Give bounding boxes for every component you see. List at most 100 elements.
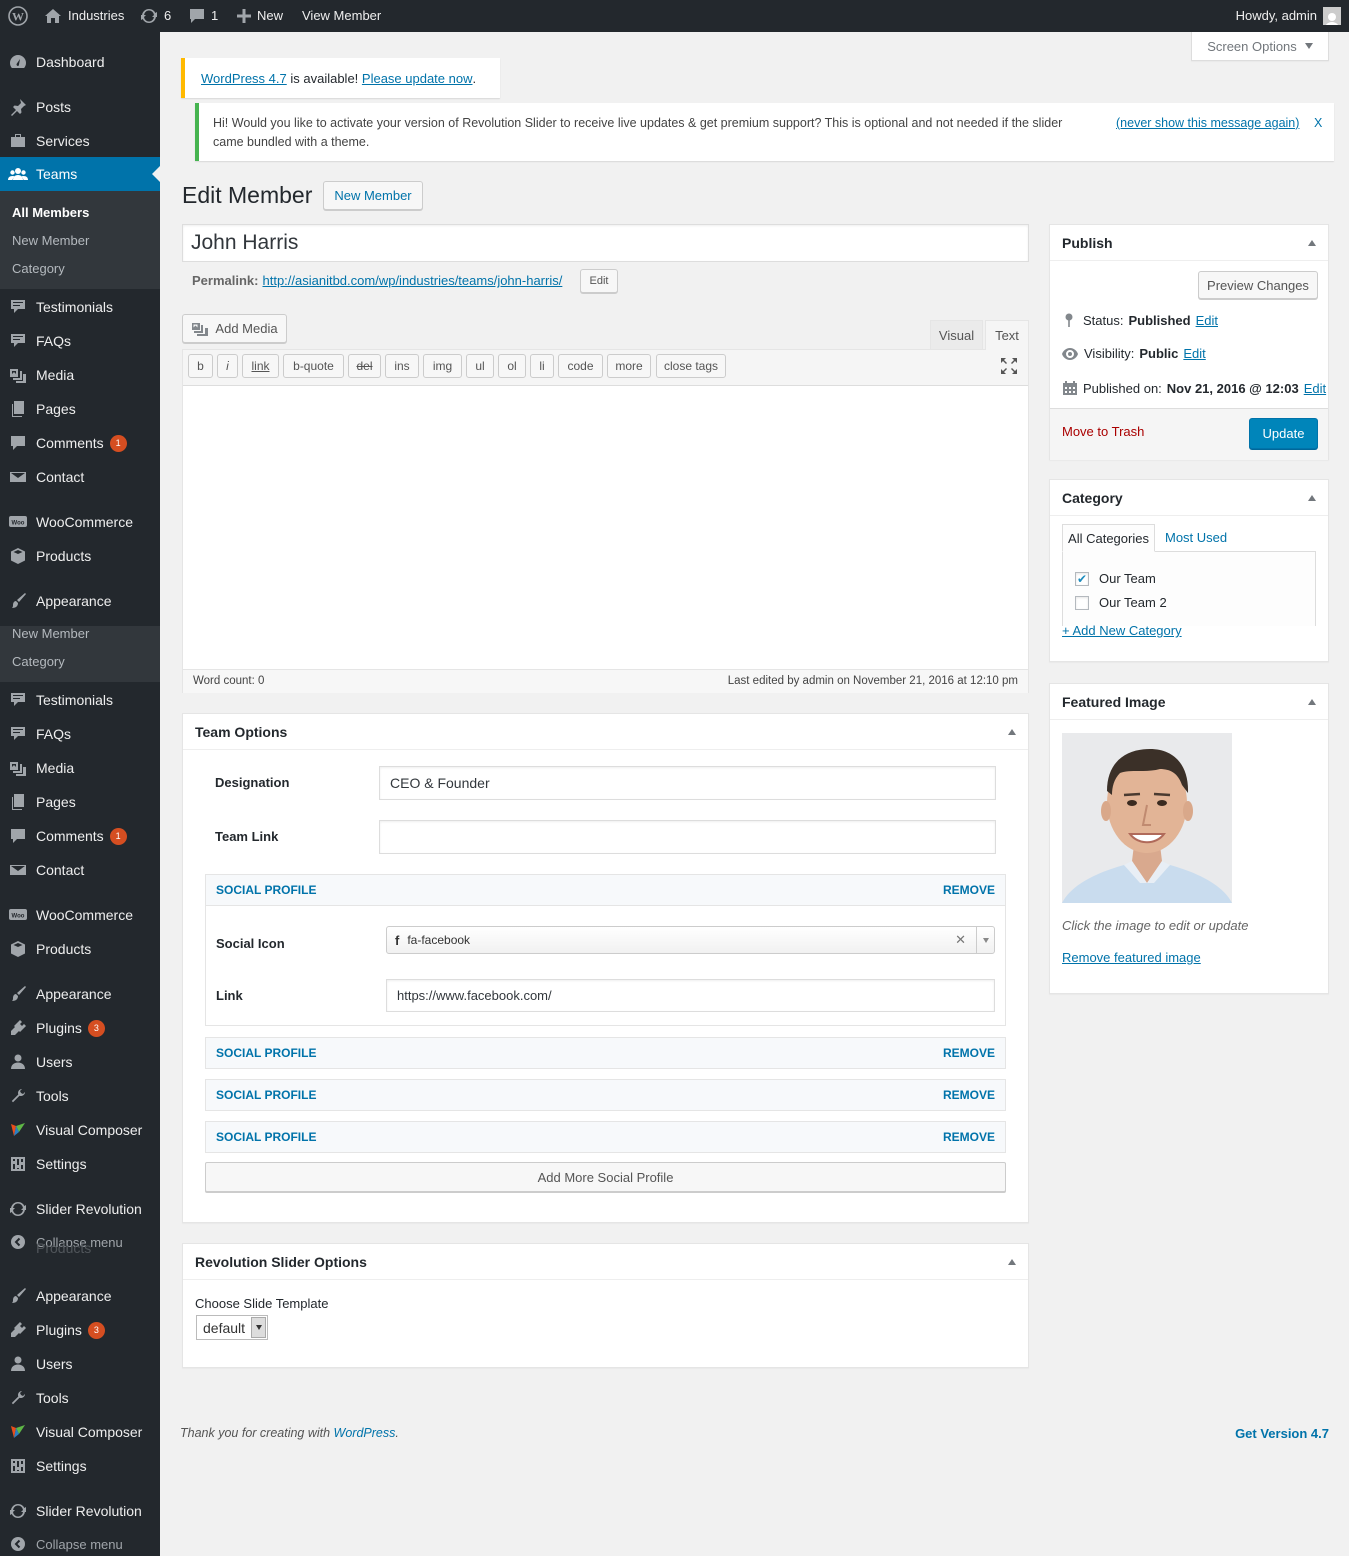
post-title-input[interactable]: John Harris: [182, 224, 1029, 262]
checkbox-checked[interactable]: ✔: [1075, 571, 1089, 586]
featured-image-header[interactable]: Featured Image: [1050, 684, 1328, 720]
submenu-category[interactable]: Category: [12, 261, 65, 276]
menu-media-2[interactable]: Media: [0, 751, 160, 785]
menu-services[interactable]: Services: [0, 124, 160, 158]
remove-link[interactable]: REMOVE: [943, 1046, 995, 1060]
my-account[interactable]: Howdy, admin: [1236, 0, 1341, 32]
template-select[interactable]: default: [196, 1315, 268, 1340]
menu-teams[interactable]: Teams: [0, 157, 160, 191]
toggle-arrow-icon[interactable]: [1308, 698, 1316, 705]
update-now-link[interactable]: Please update now: [362, 71, 473, 86]
toggle-arrow-icon[interactable]: [1308, 239, 1316, 246]
add-media-button[interactable]: Add Media: [182, 314, 287, 343]
publish-header[interactable]: Publish: [1050, 225, 1328, 261]
menu-dashboard[interactable]: Dashboard: [0, 45, 160, 79]
menu-slider-revolution[interactable]: Slider Revolution: [0, 1192, 160, 1226]
menu-settings[interactable]: Settings: [0, 1147, 160, 1181]
remove-link[interactable]: REMOVE: [943, 1088, 995, 1102]
new-content-link[interactable]: New: [237, 0, 283, 32]
tab-most-used[interactable]: Most Used: [1165, 530, 1227, 545]
tab-text[interactable]: Text: [985, 320, 1029, 350]
menu-tools-2[interactable]: Tools: [0, 1381, 160, 1415]
menu-testimonials-2[interactable]: Testimonials: [0, 683, 160, 717]
toggle-arrow-icon[interactable]: [1308, 494, 1316, 501]
menu-media[interactable]: Media: [0, 358, 160, 392]
menu-visual-composer[interactable]: Visual Composer: [0, 1113, 160, 1147]
featured-image-thumbnail[interactable]: [1062, 733, 1232, 903]
menu-users-2[interactable]: Users: [0, 1347, 160, 1381]
ghost-new-member[interactable]: New Member: [12, 626, 89, 641]
designation-input[interactable]: CEO & Founder: [379, 766, 996, 800]
menu-slider-revolution-2[interactable]: Slider Revolution: [0, 1494, 160, 1528]
social-profile-header-2[interactable]: SOCIAL PROFILE REMOVE: [205, 1037, 1006, 1069]
menu-woocommerce[interactable]: Woo WooCommerce: [0, 505, 160, 539]
never-show-link[interactable]: (never show this message again): [1116, 116, 1299, 130]
qt-ul-button[interactable]: ul: [466, 354, 494, 378]
edit-visibility-link[interactable]: Edit: [1183, 346, 1205, 361]
menu-contact-2[interactable]: Contact: [0, 853, 160, 887]
qt-code-button[interactable]: code: [558, 354, 603, 378]
remove-link[interactable]: REMOVE: [943, 1130, 995, 1144]
edit-date-link[interactable]: Edit: [1304, 381, 1326, 396]
menu-products-2[interactable]: Products: [0, 932, 160, 966]
qt-close-tags-button[interactable]: close tags: [656, 354, 726, 378]
team-options-header[interactable]: Team Options: [183, 714, 1028, 750]
qt-li-button[interactable]: li: [530, 354, 554, 378]
category-item-our-team-2[interactable]: Our Team 2: [1075, 595, 1167, 610]
menu-appearance[interactable]: Appearance: [0, 584, 160, 618]
category-header[interactable]: Category: [1050, 480, 1328, 516]
qt-b-button[interactable]: b: [188, 354, 213, 378]
menu-appearance-3[interactable]: Appearance: [0, 1279, 160, 1313]
social-link-input[interactable]: https://www.facebook.com/: [386, 979, 995, 1012]
toggle-arrow-icon[interactable]: [1008, 1258, 1016, 1265]
screen-options-tab[interactable]: Screen Options: [1191, 32, 1329, 61]
menu-visual-composer-2[interactable]: Visual Composer: [0, 1415, 160, 1449]
menu-faqs-2[interactable]: FAQs: [0, 717, 160, 751]
menu-pages-2[interactable]: Pages: [0, 785, 160, 819]
collapse-menu-2[interactable]: Collapse menu: [0, 1527, 160, 1556]
qt-img-button[interactable]: img: [423, 354, 462, 378]
tab-all-categories[interactable]: All Categories: [1062, 524, 1155, 552]
comments-link[interactable]: 1: [189, 0, 218, 32]
category-item-our-team[interactable]: ✔ Our Team: [1075, 571, 1156, 586]
select-caret-icon[interactable]: [976, 927, 994, 953]
wordpress-logo-icon[interactable]: W: [8, 0, 28, 32]
move-to-trash-link[interactable]: Move to Trash: [1062, 424, 1144, 439]
footer-wordpress-link[interactable]: WordPress: [334, 1426, 396, 1440]
menu-faqs[interactable]: FAQs: [0, 324, 160, 358]
new-member-button[interactable]: New Member: [323, 181, 423, 210]
tab-visual[interactable]: Visual: [930, 320, 983, 349]
menu-comments[interactable]: Comments 1: [0, 426, 160, 460]
menu-products[interactable]: Products: [0, 539, 160, 573]
view-member-link[interactable]: View Member: [302, 0, 381, 32]
menu-appearance-2[interactable]: Appearance: [0, 977, 160, 1011]
social-profile-header-4[interactable]: SOCIAL PROFILE REMOVE: [205, 1121, 1006, 1153]
qt-del-button[interactable]: del: [348, 354, 381, 378]
checkbox-unchecked[interactable]: [1075, 595, 1089, 610]
qt-bquote-button[interactable]: b-quote: [283, 354, 344, 378]
social-icon-select[interactable]: f fa-facebook ✕: [386, 926, 995, 954]
menu-users[interactable]: Users: [0, 1045, 160, 1079]
clear-icon[interactable]: ✕: [955, 932, 966, 948]
qt-link-button[interactable]: link: [242, 354, 279, 378]
submenu-new-member[interactable]: New Member: [12, 233, 89, 248]
team-link-input[interactable]: [379, 820, 996, 854]
submenu-all-members[interactable]: All Members: [12, 205, 89, 220]
wordpress-version-link[interactable]: WordPress 4.7: [201, 71, 287, 86]
toggle-arrow-icon[interactable]: [1008, 728, 1016, 735]
remove-featured-image-link[interactable]: Remove featured image: [1062, 950, 1201, 965]
menu-posts[interactable]: Posts: [0, 90, 160, 124]
fullscreen-icon[interactable]: [1000, 357, 1018, 375]
menu-pages[interactable]: Pages: [0, 392, 160, 426]
remove-link[interactable]: REMOVE: [943, 883, 995, 897]
update-button[interactable]: Update: [1249, 418, 1318, 449]
permalink-url-link[interactable]: http://asianitbd.com/wp/industries/teams…: [262, 273, 562, 288]
social-profile-header-3[interactable]: SOCIAL PROFILE REMOVE: [205, 1079, 1006, 1111]
get-version-link[interactable]: Get Version 4.7: [1235, 1426, 1329, 1441]
rev-options-header[interactable]: Revolution Slider Options: [183, 1244, 1028, 1280]
menu-plugins-2[interactable]: Plugins 3: [0, 1313, 160, 1347]
dismiss-x-link[interactable]: X: [1314, 116, 1322, 130]
menu-comments-2[interactable]: Comments 1: [0, 819, 160, 853]
qt-more-button[interactable]: more: [607, 354, 651, 378]
menu-plugins[interactable]: Plugins 3: [0, 1011, 160, 1045]
